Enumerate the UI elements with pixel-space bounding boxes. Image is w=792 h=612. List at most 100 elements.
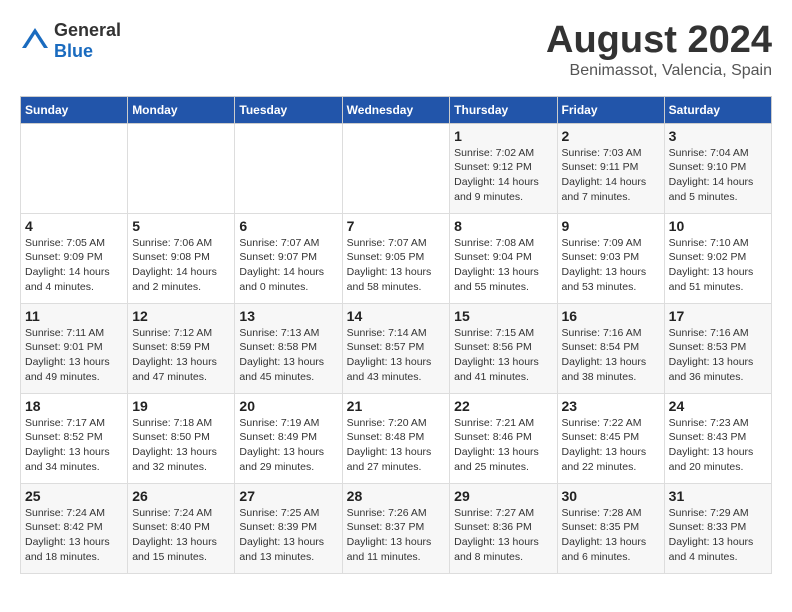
day-info: Sunrise: 7:07 AMSunset: 9:07 PMDaylight:… (239, 236, 337, 295)
calendar-cell: 19 Sunrise: 7:18 AMSunset: 8:50 PMDayligh… (128, 393, 235, 483)
day-info: Sunrise: 7:04 AMSunset: 9:10 PMDaylight:… (669, 146, 767, 205)
calendar-cell (342, 123, 450, 213)
day-number: 2 (562, 128, 660, 144)
calendar-cell: 11 Sunrise: 7:11 AMSunset: 9:01 PMDayligh… (21, 303, 128, 393)
day-number: 27 (239, 488, 337, 504)
day-info: Sunrise: 7:16 AMSunset: 8:53 PMDaylight:… (669, 326, 767, 385)
day-number: 22 (454, 398, 552, 414)
day-info: Sunrise: 7:27 AMSunset: 8:36 PMDaylight:… (454, 506, 552, 565)
calendar-week-row: 25Sunrise: 7:24 AMSunset: 8:42 PMDayligh… (21, 483, 772, 573)
day-number: 14 (347, 308, 446, 324)
day-info: Sunrise: 7:22 AMSunset: 8:45 PMDaylight:… (562, 416, 660, 475)
day-info: Sunrise: 7:15 AMSunset: 8:56 PMDaylight:… (454, 326, 552, 385)
day-info: Sunrise: 7:24 AMSunset: 8:40 PMDaylight:… (132, 506, 230, 565)
calendar-cell: 16 Sunrise: 7:16 AMSunset: 8:54 PMDayligh… (557, 303, 664, 393)
day-info: Sunrise: 7:03 AMSunset: 9:11 PMDaylight:… (562, 146, 660, 205)
calendar-cell: 8 Sunrise: 7:08 AMSunset: 9:04 PMDaylight… (450, 213, 557, 303)
day-info: Sunrise: 7:12 AMSunset: 8:59 PMDaylight:… (132, 326, 230, 385)
column-header-sunday: Sunday (21, 96, 128, 123)
calendar-cell: 9 Sunrise: 7:09 AMSunset: 9:03 PMDaylight… (557, 213, 664, 303)
day-number: 7 (347, 218, 446, 234)
day-info: Sunrise: 7:19 AMSunset: 8:49 PMDaylight:… (239, 416, 337, 475)
day-number: 17 (669, 308, 767, 324)
day-number: 13 (239, 308, 337, 324)
day-number: 8 (454, 218, 552, 234)
calendar-cell: 31Sunrise: 7:29 AMSunset: 8:33 PMDayligh… (664, 483, 771, 573)
day-info: Sunrise: 7:07 AMSunset: 9:05 PMDaylight:… (347, 236, 446, 295)
calendar-cell: 2 Sunrise: 7:03 AMSunset: 9:11 PMDaylight… (557, 123, 664, 213)
calendar-week-row: 1 Sunrise: 7:02 AMSunset: 9:12 PMDaylight… (21, 123, 772, 213)
day-info: Sunrise: 7:26 AMSunset: 8:37 PMDaylight:… (347, 506, 446, 565)
day-number: 24 (669, 398, 767, 414)
column-header-saturday: Saturday (664, 96, 771, 123)
day-info: Sunrise: 7:20 AMSunset: 8:48 PMDaylight:… (347, 416, 446, 475)
day-number: 1 (454, 128, 552, 144)
calendar-cell: 5Sunrise: 7:06 AMSunset: 9:08 PMDaylight… (128, 213, 235, 303)
day-info: Sunrise: 7:29 AMSunset: 8:33 PMDaylight:… (669, 506, 767, 565)
calendar-cell: 18Sunrise: 7:17 AMSunset: 8:52 PMDayligh… (21, 393, 128, 483)
calendar-cell: 1 Sunrise: 7:02 AMSunset: 9:12 PMDaylight… (450, 123, 557, 213)
calendar-cell: 22 Sunrise: 7:21 AMSunset: 8:46 PMDayligh… (450, 393, 557, 483)
day-info: Sunrise: 7:10 AMSunset: 9:02 PMDaylight:… (669, 236, 767, 295)
day-number: 4 (25, 218, 123, 234)
day-number: 21 (347, 398, 446, 414)
calendar-cell: 10 Sunrise: 7:10 AMSunset: 9:02 PMDayligh… (664, 213, 771, 303)
calendar-cell: 13 Sunrise: 7:13 AMSunset: 8:58 PMDayligh… (235, 303, 342, 393)
title-block: August 2024 Benimassot, Valencia, Spain (546, 20, 772, 80)
day-number: 5 (132, 218, 230, 234)
calendar-cell (235, 123, 342, 213)
day-info: Sunrise: 7:28 AMSunset: 8:35 PMDaylight:… (562, 506, 660, 565)
day-info: Sunrise: 7:14 AMSunset: 8:57 PMDaylight:… (347, 326, 446, 385)
day-info: Sunrise: 7:25 AMSunset: 8:39 PMDaylight:… (239, 506, 337, 565)
column-header-wednesday: Wednesday (342, 96, 450, 123)
day-info: Sunrise: 7:18 AMSunset: 8:50 PMDaylight:… (132, 416, 230, 475)
day-number: 9 (562, 218, 660, 234)
calendar-cell: 7 Sunrise: 7:07 AMSunset: 9:05 PMDaylight… (342, 213, 450, 303)
logo: General Blue (20, 20, 121, 62)
day-info: Sunrise: 7:13 AMSunset: 8:58 PMDaylight:… (239, 326, 337, 385)
day-info: Sunrise: 7:16 AMSunset: 8:54 PMDaylight:… (562, 326, 660, 385)
subtitle: Benimassot, Valencia, Spain (546, 62, 772, 80)
calendar-cell: 21 Sunrise: 7:20 AMSunset: 8:48 PMDayligh… (342, 393, 450, 483)
day-number: 6 (239, 218, 337, 234)
logo-icon (20, 26, 50, 56)
calendar-week-row: 18Sunrise: 7:17 AMSunset: 8:52 PMDayligh… (21, 393, 772, 483)
main-title: August 2024 (546, 20, 772, 62)
calendar-cell: 27 Sunrise: 7:25 AMSunset: 8:39 PMDayligh… (235, 483, 342, 573)
day-number: 28 (347, 488, 446, 504)
day-number: 26 (132, 488, 230, 504)
day-number: 29 (454, 488, 552, 504)
day-number: 10 (669, 218, 767, 234)
calendar-cell: 24Sunrise: 7:23 AMSunset: 8:43 PMDayligh… (664, 393, 771, 483)
day-info: Sunrise: 7:08 AMSunset: 9:04 PMDaylight:… (454, 236, 552, 295)
day-info: Sunrise: 7:21 AMSunset: 8:46 PMDaylight:… (454, 416, 552, 475)
calendar-cell: 17 Sunrise: 7:16 AMSunset: 8:53 PMDayligh… (664, 303, 771, 393)
day-number: 12 (132, 308, 230, 324)
calendar-week-row: 4 Sunrise: 7:05 AMSunset: 9:09 PMDaylight… (21, 213, 772, 303)
day-number: 3 (669, 128, 767, 144)
calendar-cell: 23Sunrise: 7:22 AMSunset: 8:45 PMDayligh… (557, 393, 664, 483)
calendar-cell: 29 Sunrise: 7:27 AMSunset: 8:36 PMDayligh… (450, 483, 557, 573)
day-info: Sunrise: 7:11 AMSunset: 9:01 PMDaylight:… (25, 326, 123, 385)
calendar-cell: 4 Sunrise: 7:05 AMSunset: 9:09 PMDaylight… (21, 213, 128, 303)
calendar-cell: 6 Sunrise: 7:07 AMSunset: 9:07 PMDaylight… (235, 213, 342, 303)
calendar-cell: 20Sunrise: 7:19 AMSunset: 8:49 PMDayligh… (235, 393, 342, 483)
calendar-cell: 14 Sunrise: 7:14 AMSunset: 8:57 PMDayligh… (342, 303, 450, 393)
day-info: Sunrise: 7:05 AMSunset: 9:09 PMDaylight:… (25, 236, 123, 295)
day-number: 18 (25, 398, 123, 414)
day-number: 15 (454, 308, 552, 324)
logo-text-general: General (54, 20, 121, 40)
column-header-friday: Friday (557, 96, 664, 123)
calendar-header-row: SundayMondayTuesdayWednesdayThursdayFrid… (21, 96, 772, 123)
day-number: 16 (562, 308, 660, 324)
day-info: Sunrise: 7:02 AMSunset: 9:12 PMDaylight:… (454, 146, 552, 205)
calendar-cell: 28 Sunrise: 7:26 AMSunset: 8:37 PMDayligh… (342, 483, 450, 573)
day-info: Sunrise: 7:24 AMSunset: 8:42 PMDaylight:… (25, 506, 123, 565)
day-number: 19 (132, 398, 230, 414)
day-info: Sunrise: 7:09 AMSunset: 9:03 PMDaylight:… (562, 236, 660, 295)
calendar-cell: 30Sunrise: 7:28 AMSunset: 8:35 PMDayligh… (557, 483, 664, 573)
calendar-cell (128, 123, 235, 213)
column-header-tuesday: Tuesday (235, 96, 342, 123)
calendar-cell: 3 Sunrise: 7:04 AMSunset: 9:10 PMDaylight… (664, 123, 771, 213)
day-number: 11 (25, 308, 123, 324)
